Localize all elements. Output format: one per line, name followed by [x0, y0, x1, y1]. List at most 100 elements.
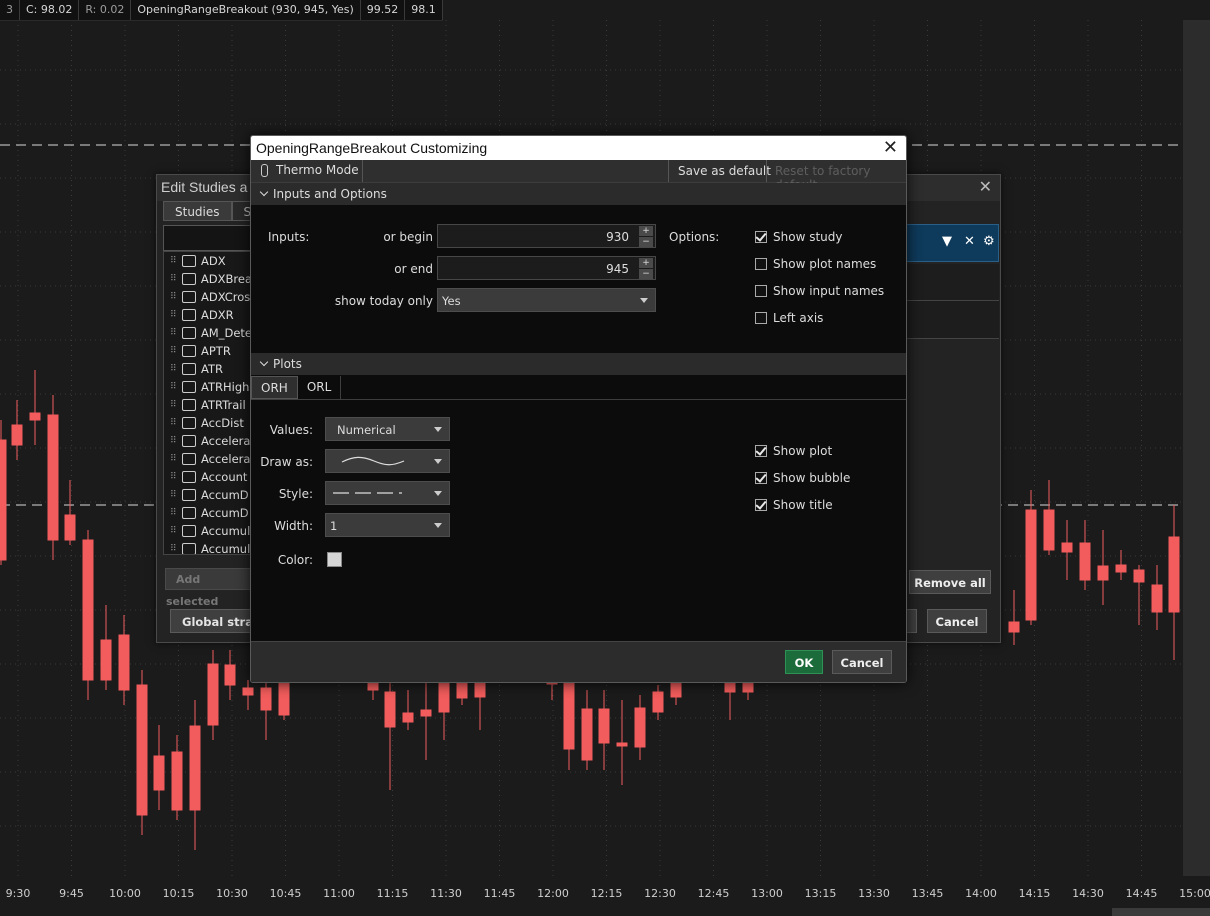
- remove-icon[interactable]: ✕: [964, 234, 975, 249]
- drag-handle-icon[interactable]: ⠿: [170, 324, 178, 342]
- study-icon: [182, 543, 196, 555]
- list-item[interactable]: ⠿ ADXBrea: [164, 270, 252, 288]
- show-plot-names-checkbox[interactable]: Show plot names: [755, 257, 876, 271]
- save-default-button[interactable]: Save as default: [678, 164, 771, 178]
- drag-handle-icon[interactable]: ⠿: [170, 342, 178, 360]
- increment-icon[interactable]: +: [639, 226, 653, 236]
- cancel-button[interactable]: Cancel: [832, 650, 892, 674]
- list-item[interactable]: ⠿AccDist: [164, 414, 252, 432]
- chart-scrollbar[interactable]: [1112, 908, 1210, 916]
- list-item[interactable]: ⠿AM_Dete: [164, 324, 252, 342]
- list-item[interactable]: ⠿APTR: [164, 342, 252, 360]
- study-list[interactable]: ⠿ADX⠿ADXBrea⠿ADXCros⠿ADXR⠿AM_Dete⠿APTR⠿A…: [163, 251, 253, 555]
- study-name: Accelera: [201, 432, 250, 450]
- color-swatch[interactable]: [327, 552, 342, 567]
- tab-orh[interactable]: ORH: [251, 376, 298, 399]
- list-item[interactable]: ⠿Accumul: [164, 522, 252, 540]
- list-item[interactable]: ⠿ADXR: [164, 306, 252, 324]
- width-select[interactable]: 1: [325, 513, 450, 537]
- show-plot-checkbox[interactable]: Show plot: [755, 444, 832, 458]
- show-bubble-checkbox[interactable]: Show bubble: [755, 471, 850, 485]
- info-close-value: C: 98.02: [20, 0, 79, 20]
- candle: [599, 690, 609, 770]
- drag-handle-icon[interactable]: ⠿: [170, 414, 178, 432]
- list-item[interactable]: ⠿Accumul: [164, 540, 252, 555]
- ok-button[interactable]: OK: [785, 650, 823, 674]
- style-select[interactable]: [325, 481, 450, 505]
- list-item[interactable]: ⠿AccumD: [164, 504, 252, 522]
- drawas-select[interactable]: [325, 449, 450, 473]
- study-search-input[interactable]: [163, 225, 255, 251]
- time-tick-label: 14:45: [1126, 887, 1158, 900]
- candle: [421, 680, 431, 760]
- gear-icon[interactable]: ⚙: [983, 234, 995, 249]
- list-item[interactable]: ⠿ Accelera: [164, 432, 252, 450]
- study-icon: [182, 291, 196, 303]
- list-item[interactable]: ⠿ADXCros: [164, 288, 252, 306]
- drag-handle-icon[interactable]: ⠿: [170, 252, 178, 270]
- checkbox-label: Show plot: [773, 444, 832, 458]
- drag-handle-icon[interactable]: ⠿: [170, 522, 178, 540]
- cancel-button[interactable]: Cancel: [927, 609, 987, 633]
- add-selected-button[interactable]: Add selected: [165, 568, 255, 590]
- drag-handle-icon[interactable]: ⠿: [170, 540, 178, 555]
- thermo-mode-button[interactable]: Thermo Mode: [261, 163, 359, 177]
- plots-section-header[interactable]: Plots: [251, 353, 906, 375]
- selected-study-row[interactable]: ▼ ✕ ⚙: [905, 224, 999, 262]
- tab-orl[interactable]: ORL: [298, 376, 341, 399]
- study-name: Accelera: [201, 450, 250, 468]
- begin-input[interactable]: 930 + −: [437, 224, 656, 248]
- customizing-titlebar[interactable]: OpeningRangeBreakout Customizing ✕: [251, 136, 906, 160]
- drag-handle-icon[interactable]: ⠿: [170, 486, 178, 504]
- decrement-icon[interactable]: −: [639, 269, 653, 279]
- drag-handle-icon[interactable]: ⠿: [170, 468, 178, 486]
- list-item[interactable]: ⠿ Accelera: [164, 450, 252, 468]
- values-select[interactable]: Numerical: [325, 417, 450, 441]
- today-only-select[interactable]: Yes: [437, 288, 656, 312]
- checkbox-label: Show bubble: [773, 471, 850, 485]
- left-axis-checkbox[interactable]: Left axis: [755, 311, 823, 325]
- show-input-names-checkbox[interactable]: Show input names: [755, 284, 884, 298]
- remove-all-button[interactable]: Remove all: [909, 570, 991, 594]
- drag-handle-icon[interactable]: ⠿: [170, 396, 178, 414]
- list-item[interactable]: ⠿ ATRTrail: [164, 396, 252, 414]
- drag-handle-icon[interactable]: ⠿: [170, 360, 178, 378]
- global-strategy-button[interactable]: Global strate: [170, 609, 256, 633]
- drag-handle-icon[interactable]: ⠿: [170, 270, 178, 288]
- list-item[interactable]: ⠿Account: [164, 468, 252, 486]
- show-title-checkbox[interactable]: Show title: [755, 498, 833, 512]
- drag-handle-icon[interactable]: ⠿: [170, 378, 178, 396]
- close-icon[interactable]: ✕: [883, 137, 898, 158]
- drag-handle-icon[interactable]: ⠿: [170, 288, 178, 306]
- inputs-section-header[interactable]: Inputs and Options: [251, 183, 906, 205]
- candle: [225, 650, 235, 700]
- study-name: ADXBrea: [201, 270, 252, 288]
- candle: [101, 605, 111, 690]
- list-item[interactable]: ⠿ATRHigh: [164, 378, 252, 396]
- style-label: Style:: [257, 487, 313, 501]
- list-item[interactable]: ⠿ATR: [164, 360, 252, 378]
- decrement-icon[interactable]: −: [639, 237, 653, 247]
- show-study-checkbox[interactable]: Show study: [755, 230, 842, 244]
- end-input[interactable]: 945 + −: [437, 256, 656, 280]
- info-study-name[interactable]: OpeningRangeBreakout (930, 945, Yes): [131, 0, 360, 20]
- tab-studies[interactable]: Studies: [163, 201, 232, 221]
- drag-handle-icon[interactable]: ⠿: [170, 450, 178, 468]
- price-axis[interactable]: [1183, 20, 1210, 876]
- candle: [0, 420, 6, 565]
- study-name: ATRTrail: [201, 396, 246, 414]
- close-icon[interactable]: ✕: [979, 177, 992, 196]
- candle: [119, 615, 129, 705]
- study-icon: [182, 471, 196, 483]
- checkbox-label: Show title: [773, 498, 833, 512]
- drag-handle-icon[interactable]: ⠿: [170, 504, 178, 522]
- increment-icon[interactable]: +: [639, 258, 653, 268]
- list-item[interactable]: ⠿ADX: [164, 252, 252, 270]
- time-tick-label: 10:00: [109, 887, 141, 900]
- list-item[interactable]: ⠿AccumD: [164, 486, 252, 504]
- dropdown-triangle-icon[interactable]: ▼: [942, 234, 952, 249]
- drag-handle-icon[interactable]: ⠿: [170, 306, 178, 324]
- chevron-down-icon: [434, 491, 442, 496]
- study-icon: [182, 255, 196, 267]
- drag-handle-icon[interactable]: ⠿: [170, 432, 178, 450]
